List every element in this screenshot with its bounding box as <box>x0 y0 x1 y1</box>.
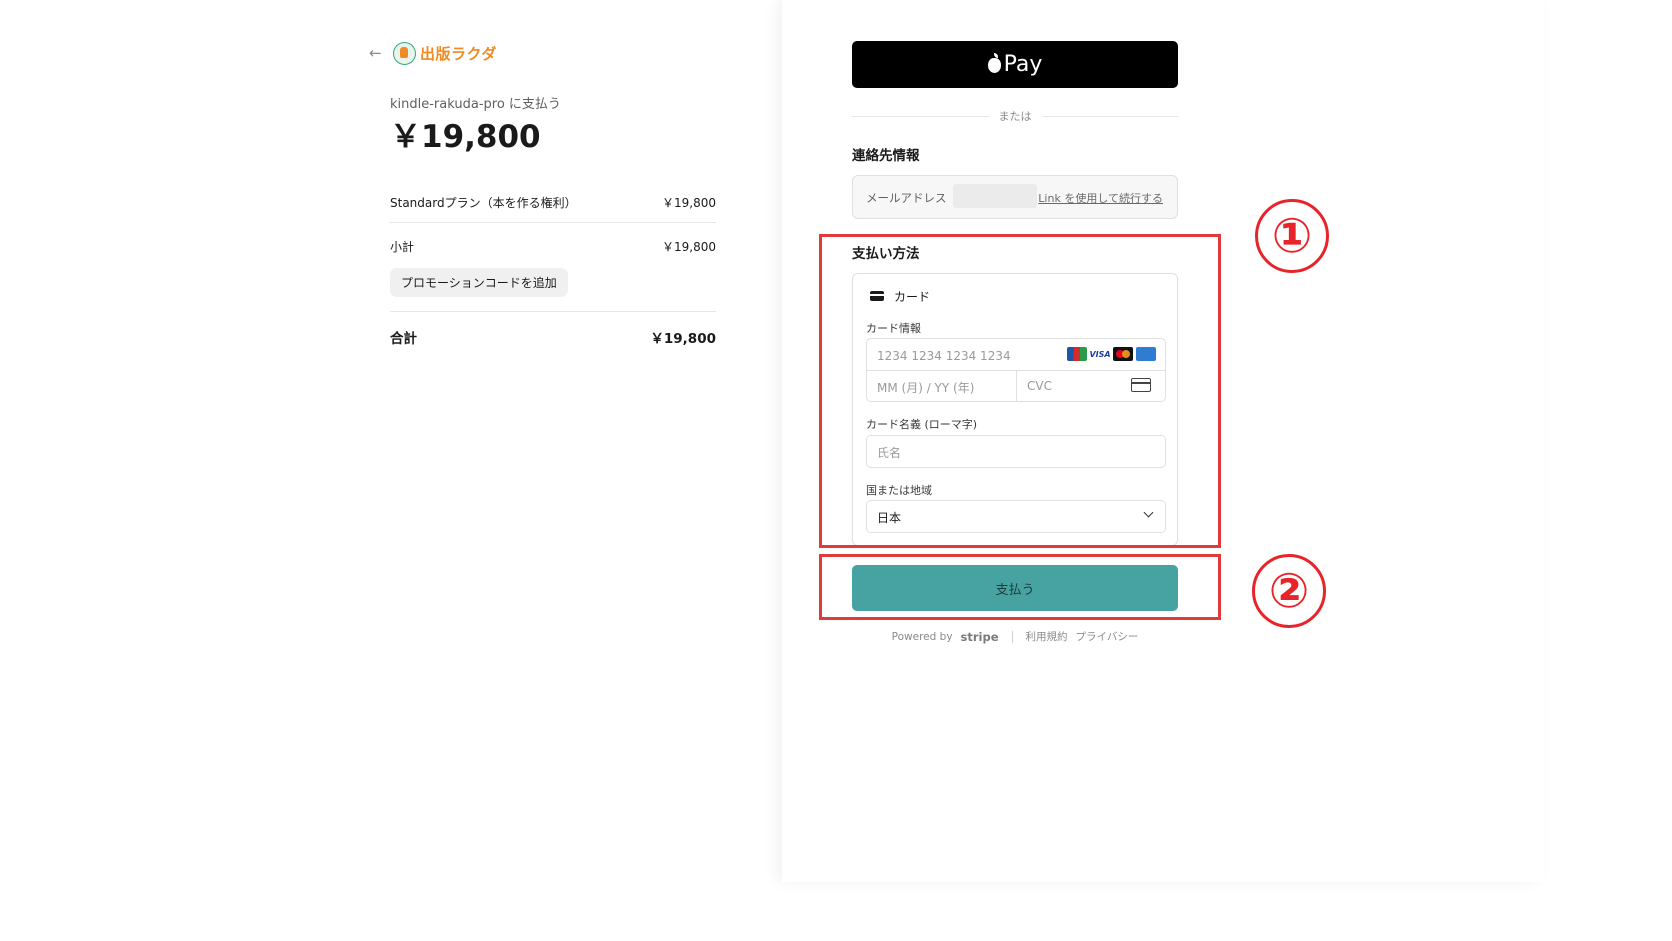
footer: Powered by stripe 利用規約 プライバシー <box>852 629 1178 644</box>
link-continue-link[interactable]: Link を使用して続行する <box>1038 190 1163 206</box>
apple-logo-icon <box>987 53 1001 73</box>
or-text: または <box>998 110 1032 123</box>
powered-by-text: Powered by <box>891 630 953 643</box>
merchant-logo: 出版ラクダ <box>393 42 497 65</box>
contact-section-title: 連絡先情報 <box>852 148 920 164</box>
privacy-link[interactable]: プライバシー <box>1076 629 1139 644</box>
subtotal-row: 小計 ￥19,800 <box>390 238 716 255</box>
or-separator: または <box>852 108 1178 124</box>
apple-pay-button[interactable]: Pay <box>852 41 1178 88</box>
divider <box>390 311 716 312</box>
back-arrow-icon[interactable]: ← <box>369 44 382 62</box>
total-value: ￥19,800 <box>650 331 716 347</box>
divider <box>1041 115 1178 117</box>
line-item-label: Standardプラン（本を作る権利） <box>390 196 577 210</box>
terms-link[interactable]: 利用規約 <box>1026 629 1068 644</box>
total-amount: ￥19,800 <box>390 119 541 155</box>
divider <box>852 115 989 117</box>
order-summary-panel: ← 出版ラクダ kindle-rakuda-pro に支払う ￥19,800 S… <box>0 0 782 882</box>
step-marker-2: ② <box>1252 554 1326 628</box>
add-promo-code-button[interactable]: プロモーションコードを追加 <box>390 268 568 297</box>
total-row: 合計 ￥19,800 <box>390 327 716 347</box>
email-field[interactable]: メールアドレス Link を使用して続行する <box>852 175 1178 219</box>
highlight-box-pay-button <box>819 554 1221 620</box>
line-item-price: ￥19,800 <box>662 196 716 210</box>
total-label: 合計 <box>390 331 417 347</box>
subtotal-label: 小計 <box>390 240 415 254</box>
divider <box>1011 630 1013 643</box>
line-item: Standardプラン（本を作る権利） ￥19,800 <box>390 194 716 211</box>
highlight-box-payment-method <box>819 234 1221 548</box>
divider <box>390 222 716 223</box>
camel-logo-icon <box>393 42 416 65</box>
stripe-logo[interactable]: stripe <box>961 630 999 644</box>
logo-text: 出版ラクダ <box>420 45 497 63</box>
step-marker-1: ① <box>1255 199 1329 273</box>
email-input[interactable] <box>953 184 1037 208</box>
pay-to-label: kindle-rakuda-pro に支払う <box>390 97 561 112</box>
apple-pay-label: Pay <box>1003 52 1043 77</box>
subtotal-value: ￥19,800 <box>662 240 716 254</box>
email-label: メールアドレス <box>866 191 947 205</box>
